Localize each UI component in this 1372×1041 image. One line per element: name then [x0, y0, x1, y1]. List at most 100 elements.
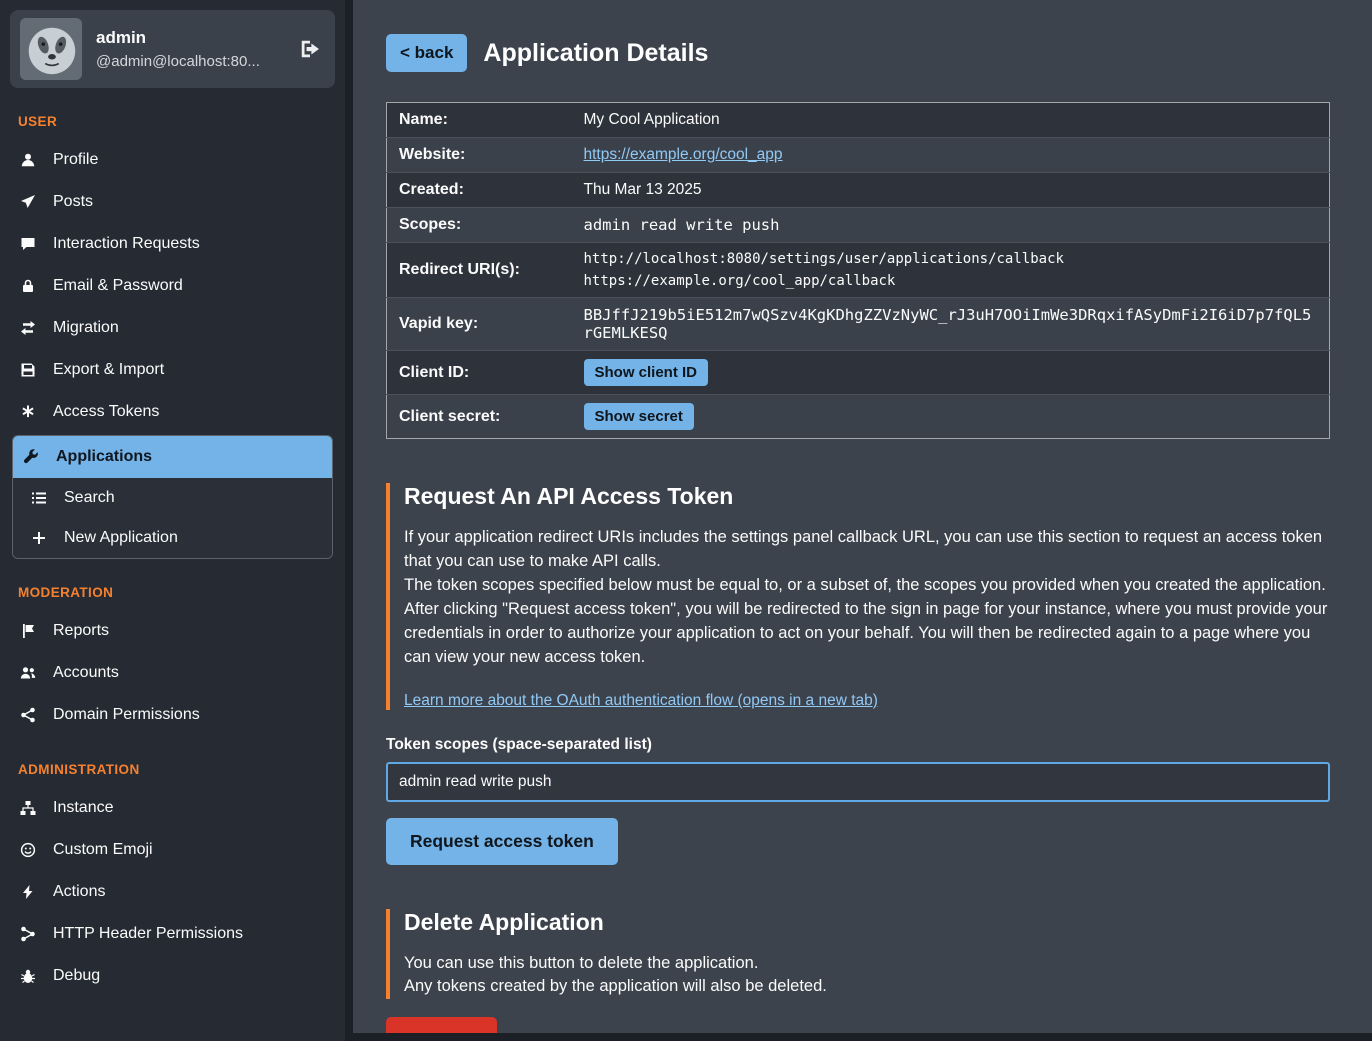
bug-icon — [18, 968, 38, 984]
oauth-docs-link[interactable]: Learn more about the OAuth authenticatio… — [404, 692, 878, 710]
website-link[interactable]: https://example.org/cool_app — [584, 146, 783, 163]
sidebar-item-applications[interactable]: Applications — [13, 436, 332, 478]
wrench-icon — [21, 449, 41, 465]
request-token-text: If your application redirect URIs includ… — [404, 526, 1330, 574]
sidebar-item-label: Applications — [56, 448, 152, 466]
sidebar-item-domain-permissions[interactable]: Domain Permissions — [10, 694, 335, 736]
delete-application-title: Delete Application — [404, 909, 1330, 936]
delete-application-text: You can use this button to delete the ap… — [404, 952, 1330, 976]
sidebar-item-custom-emoji[interactable]: Custom Emoji — [10, 829, 335, 871]
delete-button[interactable]: Delete — [386, 1017, 497, 1033]
sidebar-item-export-import[interactable]: Export & Import — [10, 349, 335, 391]
table-row-client-id: Client ID: Show client ID — [387, 351, 1330, 395]
sitemap-icon — [18, 800, 38, 816]
plus-icon — [29, 530, 49, 546]
sidebar-item-label: Reports — [53, 622, 109, 640]
save-icon — [18, 362, 38, 378]
exchange-arrows-icon — [18, 320, 38, 336]
user-icon — [18, 152, 38, 168]
sidebar-item-label: Export & Import — [53, 361, 164, 379]
applications-nav-group: Applications Search New Application — [12, 435, 333, 559]
sidebar-item-access-tokens[interactable]: Access Tokens — [10, 391, 335, 433]
sidebar-item-reports[interactable]: Reports — [10, 610, 335, 652]
delete-application-text: Any tokens created by the application wi… — [404, 975, 1330, 999]
sidebar-section-moderation: MODERATION — [18, 585, 327, 600]
page-header: < back Application Details — [386, 34, 1330, 72]
sidebar-item-interaction-requests[interactable]: Interaction Requests — [10, 223, 335, 265]
sidebar-item-http-header-permissions[interactable]: HTTP Header Permissions — [10, 913, 335, 955]
bolt-icon — [18, 884, 38, 900]
sidebar-item-label: New Application — [64, 529, 178, 547]
detail-label: Website: — [387, 138, 572, 173]
sidebar-item-label: Debug — [53, 967, 100, 985]
sidebar-item-label: Migration — [53, 319, 119, 337]
application-details-table: Name: My Cool Application Website: https… — [386, 102, 1330, 439]
detail-label: Scopes: — [387, 208, 572, 243]
detail-label: Client ID: — [387, 351, 572, 395]
sidebar-item-label: Accounts — [53, 664, 119, 682]
request-token-text: After clicking "Request access token", y… — [404, 598, 1330, 670]
sidebar-item-migration[interactable]: Migration — [10, 307, 335, 349]
table-row-scopes: Scopes: admin read write push — [387, 208, 1330, 243]
request-token-section: Request An API Access Token If your appl… — [386, 483, 1330, 710]
avatar — [20, 18, 82, 80]
flag-icon — [18, 623, 38, 639]
delete-application-section: Delete Application You can use this butt… — [386, 909, 1330, 1000]
sloth-avatar-image — [20, 18, 82, 80]
table-row-vapid-key: Vapid key: BBJffJ219b5iE512m7wQSzv4KgKDh… — [387, 298, 1330, 351]
sidebar-item-label: Posts — [53, 193, 93, 211]
detail-label: Client secret: — [387, 395, 572, 439]
sidebar-item-debug[interactable]: Debug — [10, 955, 335, 997]
table-row-client-secret: Client secret: Show secret — [387, 395, 1330, 439]
sidebar-item-instance[interactable]: Instance — [10, 787, 335, 829]
sign-out-icon[interactable] — [295, 34, 325, 64]
token-scopes-input[interactable] — [386, 762, 1330, 802]
user-info: admin @admin@localhost:80... — [96, 28, 281, 70]
users-icon — [18, 665, 38, 681]
show-client-id-button[interactable]: Show client ID — [584, 359, 709, 386]
sidebar-item-email-password[interactable]: Email & Password — [10, 265, 335, 307]
asterisk-icon — [18, 404, 38, 420]
sidebar-item-label: Email & Password — [53, 277, 183, 295]
detail-label: Name: — [387, 103, 572, 138]
sidebar-item-posts[interactable]: Posts — [10, 181, 335, 223]
main-content: < back Application Details Name: My Cool… — [353, 0, 1372, 1033]
sidebar-item-accounts[interactable]: Accounts — [10, 652, 335, 694]
detail-value: admin read write push — [572, 208, 1330, 243]
token-scopes-form: Token scopes (space-separated list) Requ… — [386, 736, 1330, 865]
sidebar-item-label: Custom Emoji — [53, 841, 153, 859]
sidebar-item-label: Interaction Requests — [53, 235, 200, 253]
detail-value: Thu Mar 13 2025 — [572, 173, 1330, 208]
sidebar-item-label: Search — [64, 489, 115, 507]
table-row-website: Website: https://example.org/cool_app — [387, 138, 1330, 173]
table-row-created: Created: Thu Mar 13 2025 — [387, 173, 1330, 208]
comment-icon — [18, 236, 38, 252]
detail-value: My Cool Application — [572, 103, 1330, 138]
sidebar-item-search[interactable]: Search — [13, 478, 332, 518]
sidebar-item-label: Instance — [53, 799, 113, 817]
list-icon — [29, 490, 49, 506]
sidebar-item-label: Actions — [53, 883, 105, 901]
show-secret-button[interactable]: Show secret — [584, 403, 694, 430]
redirect-uri: http://localhost:8080/settings/user/appl… — [584, 251, 1318, 267]
detail-label: Vapid key: — [387, 298, 572, 351]
redirect-uri: https://example.org/cool_app/callback — [584, 273, 1318, 289]
page-title: Application Details — [483, 39, 708, 68]
user-name: admin — [96, 28, 281, 48]
request-access-token-button[interactable]: Request access token — [386, 818, 618, 865]
request-token-title: Request An API Access Token — [404, 483, 1330, 510]
sidebar-item-label: HTTP Header Permissions — [53, 925, 243, 943]
lock-icon — [18, 278, 38, 294]
smile-icon — [18, 842, 38, 858]
token-scopes-label: Token scopes (space-separated list) — [386, 736, 1330, 754]
sidebar-item-actions[interactable]: Actions — [10, 871, 335, 913]
network-nodes-icon — [18, 926, 38, 942]
sidebar-section-user: USER — [18, 114, 327, 129]
sidebar-item-profile[interactable]: Profile — [10, 139, 335, 181]
user-handle: @admin@localhost:80... — [96, 53, 281, 70]
sidebar-item-new-application[interactable]: New Application — [13, 518, 332, 558]
table-row-name: Name: My Cool Application — [387, 103, 1330, 138]
back-button[interactable]: < back — [386, 34, 467, 72]
vapid-key-value: BBJffJ219b5iE512m7wQSzv4KgKDhgZZVzNyWC_r… — [572, 298, 1330, 351]
share-nodes-icon — [18, 707, 38, 723]
